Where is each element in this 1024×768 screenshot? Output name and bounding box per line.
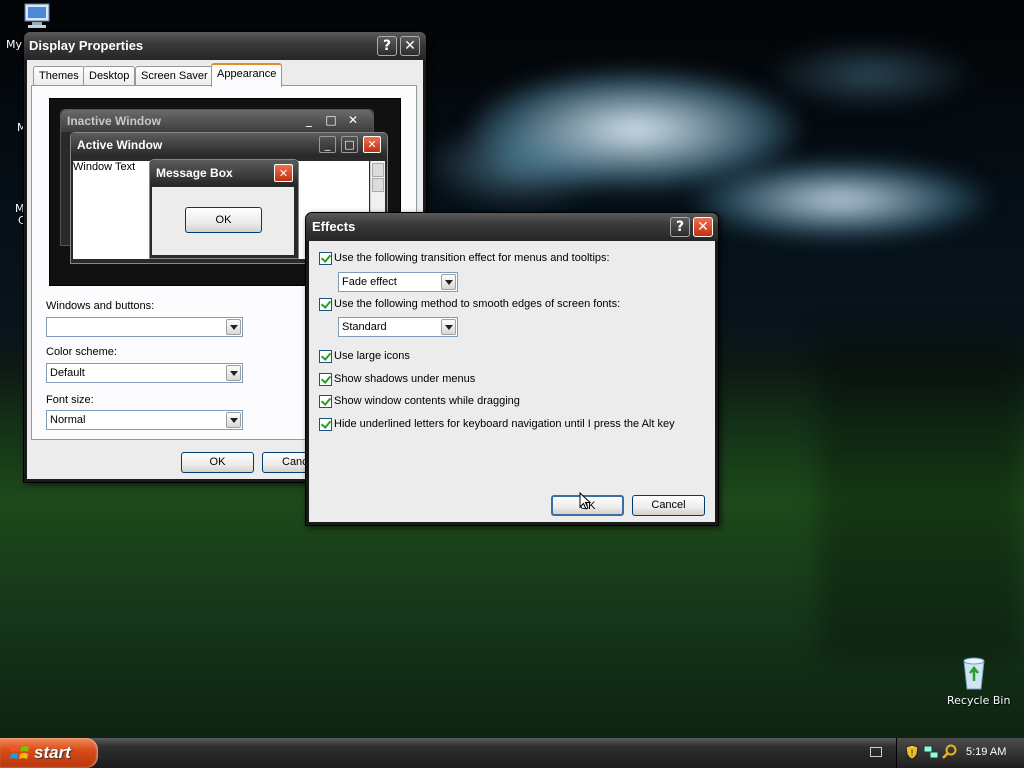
svg-text:!: ! — [910, 749, 914, 759]
effects-cancel-button[interactable]: Cancel — [632, 495, 705, 516]
maximize-icon: □ — [325, 113, 337, 127]
wallpaper-shadow — [820, 330, 1020, 660]
close-icon: ✕ — [347, 113, 359, 127]
help-button[interactable]: ? — [377, 36, 397, 56]
preview-inactive-title: Inactive Window — [67, 114, 161, 128]
display-properties-titlebar[interactable]: Display Properties ? ✕ — [24, 32, 426, 60]
windows-buttons-select[interactable] — [46, 317, 243, 337]
search-icon[interactable] — [942, 744, 958, 760]
chevron-down-icon[interactable] — [441, 274, 456, 290]
font-size-value: Normal — [50, 414, 86, 426]
mouse-cursor-icon — [579, 492, 591, 510]
tab-appearance[interactable]: Appearance — [211, 63, 283, 87]
large-icons-checkbox[interactable] — [319, 350, 332, 363]
tab-desktop[interactable]: Desktop — [83, 66, 136, 85]
close-icon: ✕ — [363, 136, 381, 153]
transition-effect-value: Fade effect — [342, 276, 397, 288]
minimize-icon: _ — [306, 113, 312, 127]
start-label: start — [34, 743, 71, 762]
recycle-bin-icon[interactable] — [958, 655, 990, 691]
close-icon: ✕ — [274, 164, 293, 182]
hide-underlines-checkbox[interactable] — [319, 418, 332, 431]
color-scheme-value: Default — [50, 367, 85, 379]
smooth-fonts-label[interactable]: Use the following method to smooth edges… — [334, 298, 620, 310]
drag-contents-checkbox[interactable] — [319, 395, 332, 408]
ok-button[interactable]: OK — [181, 452, 254, 473]
wallpaper-cloud — [690, 160, 990, 240]
color-scheme-select[interactable]: Default — [46, 363, 243, 383]
close-button[interactable]: ✕ — [693, 217, 713, 237]
effects-titlebar[interactable]: Effects ? ✕ — [306, 213, 718, 241]
transition-effect-checkbox[interactable] — [319, 252, 332, 265]
wallpaper-cloud — [760, 40, 980, 110]
my-computer-label[interactable]: My — [6, 38, 22, 51]
font-size-label: Font size: — [46, 394, 94, 406]
help-button[interactable]: ? — [670, 217, 690, 237]
preview-window-text: Window Text — [73, 161, 136, 173]
smooth-fonts-select[interactable]: Standard — [338, 317, 458, 337]
close-button[interactable]: ✕ — [400, 36, 420, 56]
tab-themes[interactable]: Themes — [33, 66, 85, 85]
maximize-icon: □ — [341, 136, 358, 153]
drag-contents-label[interactable]: Show window contents while dragging — [334, 395, 520, 407]
preview-active-title: Active Window — [77, 138, 163, 152]
window-title: Display Properties — [29, 38, 144, 53]
recycle-bin-label[interactable]: Recycle Bin — [947, 694, 1010, 707]
smooth-fonts-checkbox[interactable] — [319, 298, 332, 311]
start-button[interactable]: start — [0, 738, 98, 768]
transition-effect-label[interactable]: Use the following transition effect for … — [334, 252, 610, 264]
menu-shadows-checkbox[interactable] — [319, 373, 332, 386]
security-shield-icon[interactable]: ! — [904, 744, 920, 760]
transition-effect-select[interactable]: Fade effect — [338, 272, 458, 292]
preview-msgbox-title: Message Box — [156, 166, 233, 180]
chevron-down-icon[interactable] — [226, 319, 241, 335]
preview-message-box: Message Box ✕ OK — [149, 159, 299, 259]
tab-screen-saver[interactable]: Screen Saver — [135, 66, 214, 85]
my-computer-icon[interactable] — [22, 2, 54, 30]
chevron-down-icon[interactable] — [226, 412, 241, 428]
large-icons-label[interactable]: Use large icons — [334, 350, 410, 362]
windows-logo-icon — [10, 746, 29, 759]
chevron-down-icon[interactable] — [226, 365, 241, 381]
menu-shadows-label[interactable]: Show shadows under menus — [334, 373, 475, 385]
network-icon[interactable] — [923, 744, 939, 760]
chevron-down-icon[interactable] — [441, 319, 456, 335]
minimize-icon: _ — [319, 136, 336, 153]
color-scheme-label: Color scheme: — [46, 346, 117, 358]
windows-buttons-label: Windows and buttons: — [46, 300, 155, 312]
font-size-select[interactable]: Normal — [46, 410, 243, 430]
smooth-fonts-value: Standard — [342, 321, 387, 333]
preview-msgbox-ok: OK — [185, 207, 262, 233]
taskbar-clock[interactable]: 5:19 AM — [966, 746, 1006, 758]
effects-title: Effects — [312, 219, 356, 234]
hide-underlines-label[interactable]: Hide underlined letters for keyboard nav… — [334, 418, 675, 430]
keyboard-icon[interactable] — [870, 747, 882, 757]
